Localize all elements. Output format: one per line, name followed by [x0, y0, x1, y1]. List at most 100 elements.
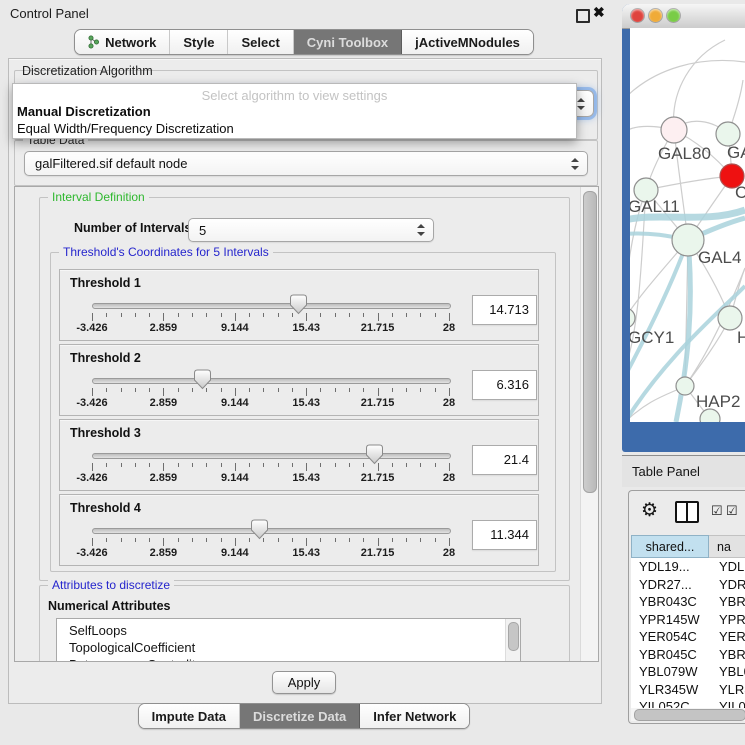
table-row[interactable]: YBL079WYBL0	[631, 663, 745, 681]
table-rows[interactable]: YDL19...YDL1YDR27...YDR2YBR043CYBR0YPR14…	[631, 558, 745, 708]
scrollbar-thumb[interactable]	[634, 709, 745, 721]
slider-track[interactable]	[92, 453, 451, 459]
tab-select[interactable]: Select	[228, 30, 293, 54]
network-view-window[interactable]: GAL80GACGAL11GAL4GCY1HHAP2	[622, 4, 745, 452]
gear-icon[interactable]: ⚙	[641, 499, 658, 522]
column-header-shared-name[interactable]: shared...	[631, 535, 709, 558]
cell-shared-name[interactable]: YPR145W	[631, 612, 715, 627]
tick-mark	[335, 388, 336, 392]
tick-mark	[263, 463, 264, 467]
threshold-value[interactable]: 6.316	[472, 370, 537, 400]
tick-mark	[435, 313, 436, 317]
cell-shared-name[interactable]: YIL052C	[631, 699, 715, 708]
threshold-value[interactable]: 11.344	[472, 520, 537, 550]
cell-name[interactable]: YBL0	[715, 664, 745, 679]
cell-name[interactable]: YDR2	[715, 577, 745, 592]
table-row[interactable]: YPR145WYPR1	[631, 611, 745, 629]
close-traffic-light[interactable]	[631, 9, 644, 22]
tick-mark	[192, 463, 193, 467]
network-edge-thick[interactable]	[630, 240, 688, 376]
slider-thumb[interactable]	[365, 444, 384, 465]
network-node-green[interactable]	[676, 377, 694, 395]
popup-option-equal-width-frequency[interactable]: Equal Width/Frequency Discretization	[17, 121, 234, 136]
tick-mark	[163, 388, 164, 396]
cell-shared-name[interactable]: YBL079W	[631, 664, 715, 679]
cell-shared-name[interactable]: YBR043C	[631, 594, 715, 609]
attributes-scrollbar[interactable]	[505, 619, 520, 662]
cell-shared-name[interactable]: YLR345W	[631, 682, 715, 697]
network-edge[interactable]	[646, 176, 732, 190]
scrollbar-thumb[interactable]	[508, 622, 519, 651]
network-node-green[interactable]	[718, 306, 742, 330]
tab-infer-network[interactable]: Infer Network	[360, 704, 469, 728]
apply-button[interactable]: Apply	[272, 671, 336, 694]
cell-name[interactable]: YPR1	[715, 612, 745, 627]
network-edge[interactable]	[630, 61, 745, 99]
close-icon[interactable]: ✖	[593, 4, 605, 21]
minimize-traffic-light[interactable]	[649, 9, 662, 22]
table-row[interactable]: YLR345WYLR3	[631, 681, 745, 699]
tab-network[interactable]: Network	[75, 30, 170, 54]
number-of-intervals-combobox[interactable]: 5	[188, 218, 434, 242]
column-header-name[interactable]: na	[709, 535, 745, 558]
tab-jactivemnodules[interactable]: jActiveMNodules	[402, 30, 533, 54]
cell-shared-name[interactable]: YDL19...	[631, 559, 715, 574]
tick-mark	[106, 313, 107, 317]
network-window-titlebar[interactable]	[622, 4, 745, 29]
table-row[interactable]: YBR045CYBR0	[631, 646, 745, 664]
network-node-label: GAL4	[698, 248, 741, 267]
cell-name[interactable]: YIL0	[715, 699, 745, 708]
cell-name[interactable]: YLR3	[715, 682, 745, 697]
slider-thumb[interactable]	[193, 369, 212, 390]
tab-discretize-data[interactable]: Discretize Data	[240, 704, 360, 728]
slider-track[interactable]	[92, 378, 451, 384]
slider-track[interactable]	[92, 303, 451, 309]
table-row[interactable]: YIL052CYIL0	[631, 698, 745, 708]
attribute-item[interactable]: SelfLoops	[57, 622, 520, 639]
network-edge[interactable]	[674, 40, 725, 130]
tick-mark	[263, 313, 264, 317]
table-row[interactable]: YDL19...YDL1	[631, 558, 745, 576]
network-graph[interactable]: GAL80GACGAL11GAL4GCY1HHAP2	[630, 28, 745, 422]
table-row[interactable]: YBR043CYBR0	[631, 593, 745, 611]
slider-thumb[interactable]	[250, 519, 269, 540]
float-window-icon[interactable]	[576, 9, 590, 23]
network-canvas[interactable]: GAL80GACGAL11GAL4GCY1HHAP2	[630, 28, 745, 422]
interval-definition-group: Interval Definition Number of Intervals …	[39, 197, 570, 581]
network-node-pink[interactable]	[661, 117, 687, 143]
cell-shared-name[interactable]: YBR045C	[631, 647, 715, 662]
tab-cyni-toolbox[interactable]: Cyni Toolbox	[294, 30, 402, 54]
numerical-attributes-list[interactable]: SelfLoops TopologicalCoefficient Between…	[56, 618, 521, 662]
cell-shared-name[interactable]: YDR27...	[631, 577, 715, 592]
slider-ticks	[92, 463, 449, 471]
attribute-item[interactable]: TopologicalCoefficient	[57, 639, 520, 656]
table-data-combobox[interactable]: galFiltered.sif default node	[24, 151, 588, 176]
threshold-value[interactable]: 21.4	[472, 445, 537, 475]
zoom-traffic-light[interactable]	[667, 9, 680, 22]
tick-mark	[163, 463, 164, 471]
cell-name[interactable]: YDL1	[715, 559, 745, 574]
slider-track[interactable]	[92, 528, 451, 534]
scrollbar-thumb[interactable]	[583, 191, 597, 493]
checkbox-icon[interactable]: ☑	[726, 503, 738, 519]
popup-option-manual-discretization[interactable]: Manual Discretization	[17, 104, 151, 119]
tab-style[interactable]: Style	[170, 30, 228, 54]
tab-label: Style	[183, 35, 214, 50]
cell-name[interactable]: YBR0	[715, 594, 745, 609]
table-row[interactable]: YDR27...YDR2	[631, 576, 745, 594]
threshold-value[interactable]: 14.713	[472, 295, 537, 325]
cell-name[interactable]: YER0	[715, 629, 745, 644]
settings-scrollpane: Interval Definition Number of Intervals …	[14, 186, 599, 662]
checkbox-icon[interactable]: ☑	[711, 503, 723, 519]
split-columns-icon[interactable]	[675, 501, 699, 523]
table-horizontal-scrollbar[interactable]	[631, 708, 745, 721]
cell-name[interactable]: YBR0	[715, 647, 745, 662]
cell-shared-name[interactable]: YER054C	[631, 629, 715, 644]
table-row[interactable]: YER054CYER0	[631, 628, 745, 646]
slider-thumb[interactable]	[289, 294, 308, 315]
attribute-item[interactable]: BetweennessCentrality	[57, 656, 520, 662]
network-node-green[interactable]	[630, 308, 635, 328]
settings-scrollbar[interactable]	[580, 187, 598, 661]
tick-mark	[221, 388, 222, 392]
tab-impute-data[interactable]: Impute Data	[139, 704, 240, 728]
